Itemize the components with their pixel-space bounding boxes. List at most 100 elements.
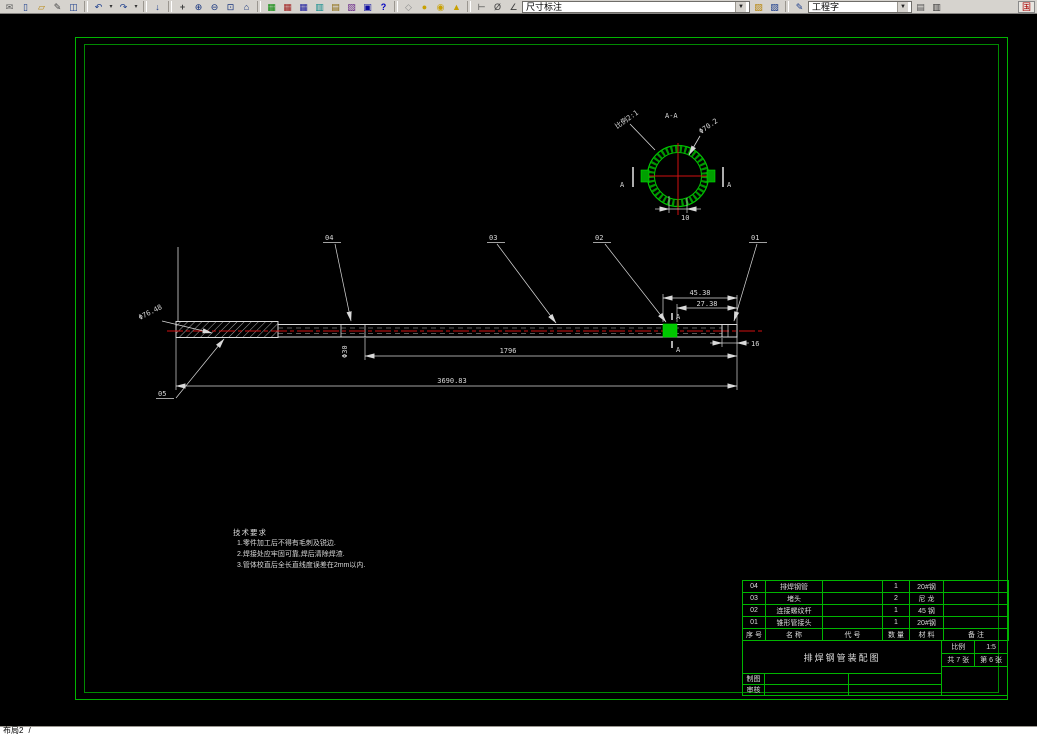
chevron-down-icon[interactable]: ▼ [735,1,746,12]
torus-tool-icon[interactable]: ◉ [433,0,448,13]
text-pen-icon[interactable]: ✎ [792,0,807,13]
toolbar-separator [394,1,398,12]
bom-row: 04 排焊钢管 1 20#钢 [742,580,1009,593]
toolbar-separator [785,1,789,12]
pan-icon[interactable]: + [175,0,190,13]
bom-no: 02 [742,604,766,617]
note-line: 3.管体校直后全长直线度误差在2mm以内. [237,562,366,569]
new-file-icon[interactable]: ▯ [18,0,33,13]
svg-text:03: 03 [489,234,497,242]
bom-material: 20#钢 [909,616,944,629]
selected-connector-part[interactable] [662,323,678,338]
help-icon[interactable]: ? [376,0,391,13]
cone-tool-icon[interactable]: ▲ [449,0,464,13]
table-tool-green-icon[interactable]: ▦ [264,0,279,13]
edit-pen-icon[interactable]: ✎ [50,0,65,13]
dimension-style-combo[interactable]: 尺寸标注 ▼ [522,0,750,13]
zoom-window-icon[interactable]: ⊡ [223,0,238,13]
bom-row: 03 堵头 2 尼 龙 [742,592,1009,605]
ole-object-icon[interactable]: ▣ [360,0,375,13]
bom-qty: 1 [882,580,910,593]
toolbar-left-group: ✉ ▯ ▱ ✎ ◫ ↶ ▾ ↷ ▾ ↓ + ⊕ ⊖ ⊡ ⌂ ▦ ▦ ▦ ▥ ▤ … [2,0,521,13]
dim-diameter-icon[interactable]: Ø [490,0,505,13]
bom-name: 连接螺纹杆 [765,604,823,617]
dim-angular-icon[interactable]: ∠ [506,0,521,13]
bom-material: 45 钢 [909,604,944,617]
scale-value: 1:5 [986,643,996,651]
bom-code [822,592,883,605]
table-tool-blue-icon[interactable]: ▦ [296,0,311,13]
bom-qty: 1 [882,616,910,629]
toolbar: ✉ ▯ ▱ ✎ ◫ ↶ ▾ ↷ ▾ ↓ + ⊕ ⊖ ⊡ ⌂ ▦ ▦ ▦ ▥ ▤ … [0,0,1037,14]
layer-stack-icon[interactable]: ▨ [751,0,766,13]
section-key-right [706,169,716,183]
insert-block-icon[interactable]: ↓ [150,0,165,13]
table-tool-olive-icon[interactable]: ▤ [328,0,343,13]
svg-text:04: 04 [325,234,333,242]
bom-material: 20#钢 [909,580,944,593]
bom-name: 排焊钢管 [765,580,823,593]
send-mail-icon[interactable]: ✉ [2,0,17,13]
zoom-extents-icon[interactable]: ⌂ [239,0,254,13]
toolbar-right-group: ▤ ▥ [913,0,944,13]
sheet-row: 共 7 张 第 6 张 [942,654,1007,667]
toolbar-separator [84,1,88,12]
print-preview-icon[interactable]: ◫ [66,0,81,13]
section-width-dim: 10 [681,214,689,222]
bom-header-row: 序 号 名 称 代 号 数 量 材 料 备 注 [742,628,1009,641]
redo-icon[interactable]: ↷ [116,0,131,13]
scale-row: 比例 1:5 [942,641,1007,654]
note-line: 1.零件加工后不得有毛刺及锐边. [237,540,336,547]
maker-label: 制图 [743,674,765,684]
ime-indicator-icon[interactable]: 国 [1018,0,1035,13]
sphere-tool-icon[interactable]: ● [417,0,432,13]
drawing-title: 排焊钢管装配图 [743,641,942,674]
zoom-in-icon[interactable]: ⊕ [191,0,206,13]
dim-27-label: 27.38 [696,300,717,308]
wall-mount-hatch [175,321,279,338]
checker-row: 审核 [743,685,941,695]
bom-no: 03 [742,592,766,605]
zoom-out-icon[interactable]: ⊖ [207,0,222,13]
section-title-label: A-A [665,112,678,120]
plot-icon[interactable]: ▥ [929,0,944,13]
section-key-left [640,169,650,183]
table-tool-purple-icon[interactable]: ▧ [344,0,359,13]
surface-tool-icon[interactable]: ◇ [401,0,416,13]
maker-row: 制图 [743,674,942,685]
dimension-style-value: 尺寸标注 [526,1,563,12]
dim-45-label: 45.38 [689,289,710,297]
dim-16-label: 16 [751,340,759,348]
notes-list: 1.零件加工后不得有毛刺及锐边. 2.焊接处应牢固可靠,焊后清除焊渣. 3.管体… [233,538,365,571]
bom-note [943,616,1009,629]
bom-qty: 1 [882,604,910,617]
redo-dropdown-icon[interactable]: ▾ [132,1,140,13]
bom-note [943,592,1009,605]
note-line: 2.焊接处应牢固可靠,焊后清除焊渣. [237,551,345,558]
bom-row: 02 连接螺纹杆 1 45 钢 [742,604,1009,617]
style-manager-icon[interactable]: ▤ [913,0,928,13]
open-file-icon[interactable]: ▱ [34,0,49,13]
table-tool-cyan-icon[interactable]: ▥ [312,0,327,13]
bom-no: 01 [742,616,766,629]
scale-label: 比例 [942,641,976,653]
layer-stack-blue-icon[interactable]: ▨ [767,0,782,13]
title-block: 04 排焊钢管 1 20#钢 03 堵头 2 尼 龙 02 连接螺纹杆 1 45… [742,580,1009,700]
text-style-combo[interactable]: 工程字 ▼ [808,0,912,13]
bom-row: 01 锥形管接头 1 20#钢 [742,616,1009,629]
layout-tab[interactable]: 布局2 [3,727,23,735]
table-tool-red-icon[interactable]: ▦ [280,0,295,13]
checker-label: 审核 [743,685,765,695]
bom-note [943,580,1009,593]
dim-linear-icon[interactable]: ⊢ [474,0,489,13]
toolbar-separator [168,1,172,12]
toolbar-separator [257,1,261,12]
sheet-no: 第 6 张 [980,657,1002,664]
undo-dropdown-icon[interactable]: ▾ [107,1,115,13]
application-window: ✉ ▯ ▱ ✎ ◫ ↶ ▾ ↷ ▾ ↓ + ⊕ ⊖ ⊡ ⌂ ▦ ▦ ▦ ▥ ▤ … [0,0,1037,735]
svg-text:02: 02 [595,234,603,242]
text-style-value: 工程字 [812,1,840,12]
dim-total-label: 3690.83 [437,377,467,385]
chevron-down-icon[interactable]: ▼ [897,1,908,12]
undo-icon[interactable]: ↶ [91,0,106,13]
